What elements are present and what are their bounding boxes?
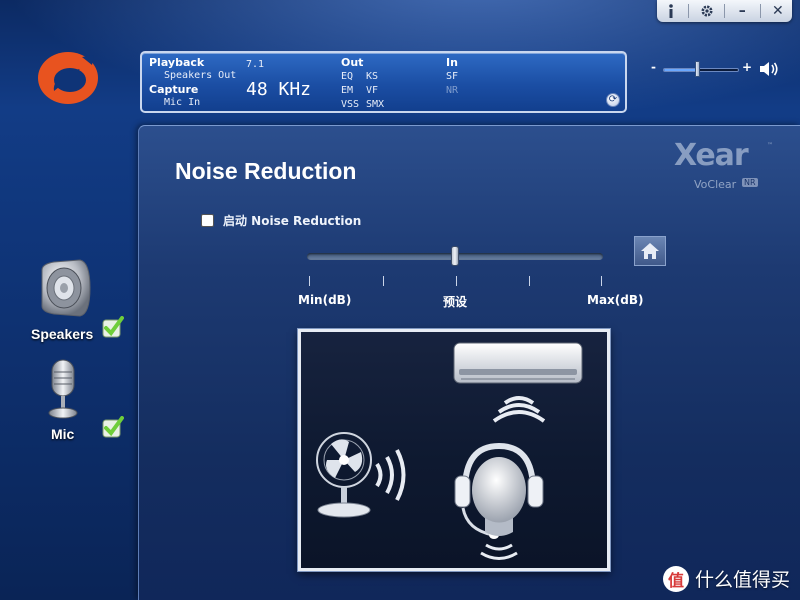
noise-reduction-slider[interactable]	[307, 244, 603, 268]
out-effect: SMX	[366, 99, 385, 110]
close-button[interactable]: ✕	[767, 2, 789, 20]
out-effect: EM	[341, 85, 354, 96]
brand-logo	[38, 52, 98, 104]
xear-brand-logo: Xear ™ VoClear NR	[674, 138, 774, 194]
trademark: ™	[767, 142, 773, 149]
in-label: In	[446, 56, 458, 69]
check-icon	[102, 316, 124, 338]
minimize-button[interactable]: –	[731, 2, 753, 20]
out-label: Out	[341, 56, 364, 69]
volume-thumb[interactable]	[695, 61, 701, 77]
device-speakers[interactable]: Speakers	[20, 258, 140, 358]
volume-plus[interactable]: +	[742, 60, 752, 74]
microphone-icon	[48, 359, 78, 419]
fan-icon	[316, 432, 372, 518]
slider-knob[interactable]	[451, 246, 459, 266]
sample-rate-readout: 48 KHz	[246, 79, 312, 100]
volume-minus[interactable]: -	[651, 60, 656, 74]
out-effect: EQ	[341, 71, 354, 82]
noise-reduction-illustration	[298, 329, 610, 571]
volume-fill	[664, 69, 698, 71]
home-icon	[641, 243, 659, 259]
brand-subtitle: VoClear	[694, 178, 737, 191]
tick	[529, 276, 530, 286]
sound-waves-icon	[480, 543, 518, 560]
headset-person-icon	[454, 442, 544, 539]
device-label: Speakers	[31, 326, 94, 342]
out-effect: KS	[366, 71, 379, 82]
master-volume: - +	[651, 60, 781, 80]
out-effect: VSS	[341, 99, 360, 110]
sound-waves-icon	[492, 396, 546, 423]
speaker-device-icon	[41, 259, 91, 317]
check-icon	[102, 416, 124, 438]
brand-badge: NR	[742, 178, 758, 187]
volume-track[interactable]	[663, 68, 739, 72]
checkbox-box[interactable]	[201, 214, 214, 227]
min-label: Min(dB)	[298, 293, 352, 307]
enable-label: 启动 Noise Reduction	[223, 214, 362, 228]
watermark-logo-icon: 值	[662, 565, 689, 592]
tick	[309, 276, 310, 286]
tick	[601, 276, 602, 286]
max-label: Max(dB)	[587, 293, 644, 307]
out-effect: VF	[366, 85, 379, 96]
tick	[456, 276, 457, 286]
device-mic[interactable]: Mic	[20, 356, 140, 456]
preset-label: 预设	[443, 295, 468, 309]
gear-icon[interactable]	[696, 2, 718, 20]
separator	[723, 4, 725, 18]
noise-reduction-panel: Noise Reduction Xear ™ VoClear NR 启动 Noi…	[138, 125, 800, 600]
watermark-text: 什么值得买	[694, 569, 790, 591]
slider-ticks	[307, 276, 603, 290]
capture-label: Capture	[149, 83, 199, 96]
window-controls: – ✕	[657, 0, 792, 22]
reset-default-button[interactable]	[634, 236, 666, 266]
playback-label: Playback	[149, 56, 205, 69]
speaker-volume-icon[interactable]	[759, 61, 779, 77]
in-effect-inactive: NR	[446, 85, 459, 96]
refresh-icon[interactable]: ⟳	[606, 93, 620, 107]
watermark: 值 什么值得买	[662, 565, 790, 592]
status-display: Playback Speakers Out Capture Mic In 7.1…	[140, 51, 627, 113]
page-title: Noise Reduction	[175, 158, 357, 184]
playback-device: Speakers Out	[164, 70, 237, 81]
capture-device: Mic In	[164, 97, 201, 108]
device-label: Mic	[51, 426, 75, 442]
channels-readout: 7.1	[246, 59, 265, 70]
tick	[383, 276, 384, 286]
in-effect-active: SF	[446, 71, 459, 82]
enable-noise-reduction-checkbox[interactable]: 启动 Noise Reduction	[201, 212, 361, 229]
brand-name: Xear	[674, 138, 749, 173]
air-conditioner-icon	[453, 342, 583, 384]
separator	[759, 4, 761, 18]
separator	[688, 4, 690, 18]
sound-waves-icon	[375, 449, 406, 501]
info-icon[interactable]	[660, 2, 682, 20]
